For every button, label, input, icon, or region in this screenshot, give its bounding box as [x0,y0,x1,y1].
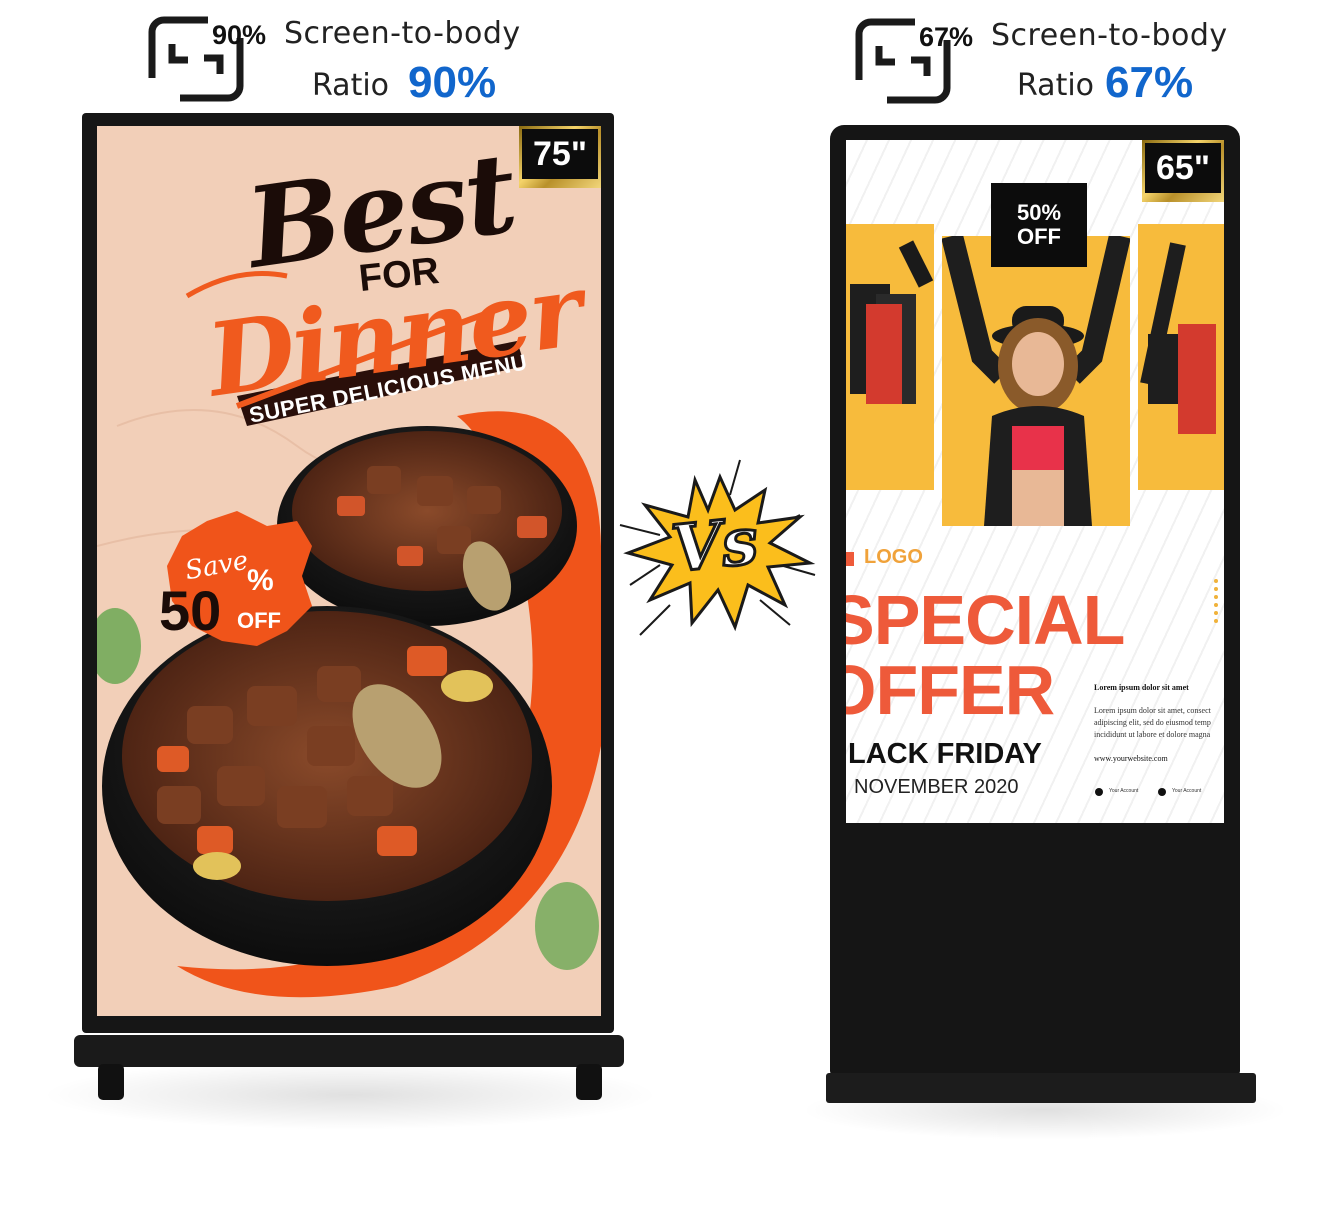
poster-lorem-title: Lorem ipsum dolor sit amet [1094,683,1189,692]
right-ratio-label: Ratio [1017,68,1095,103]
poster-photo-panel-right [1138,224,1224,490]
right-ratio-header: 67% Screen-to-body Ratio 67% [855,16,1255,108]
instagram-icon [1158,788,1166,796]
poster-account-2: Your Account [1172,788,1202,794]
left-size-badge: 75" [519,126,601,188]
left-ratio-label: Ratio [312,68,390,103]
left-ratio-header: 90% Screen-to-body Ratio 90% [148,14,548,107]
poster-lorem-line-2: adipiscing elit, sed do eiusmod temp [1094,718,1211,727]
poster-lorem-line-1: Lorem ipsum dolor sit amet, consect [1094,706,1211,715]
poster-logo-text: LOGO [864,546,923,568]
discount-badge: 50% OFF [991,183,1087,267]
save-percent-value: 50 [159,579,222,642]
shopping-bags-image [850,240,934,404]
right-ratio-big: 67% [1105,58,1194,107]
discount-badge-top: 50% [1016,200,1062,225]
right-ratio-small: 67% [919,22,974,52]
left-kiosk-wheel [576,1064,602,1100]
poster-lorem-line-3: incididunt ut labore et dolore magna [1094,730,1211,739]
poster-special-text: SPECIAL [846,581,1125,659]
left-ratio-big: 90% [408,58,497,107]
dot-pattern-icon [1214,579,1218,623]
right-size-badge: 65" [1142,140,1224,202]
poster-photo-panel-center [942,236,1130,526]
left-kiosk-floor-shadow [40,1060,660,1130]
left-ratio-small: 90% [212,20,267,50]
right-kiosk-screen: 50% OFF 65" LOGO SPECIAL OFFER LACK FRID… [846,140,1224,823]
shopping-bags-image [1140,242,1216,434]
left-kiosk-base [74,1035,624,1067]
right-kiosk-base [826,1073,1256,1103]
right-screen-to-body-label: Screen-to-body [991,18,1228,53]
save-percent-sign: % [247,564,274,597]
save-off-text: OFF [237,608,281,633]
left-screen-to-body-label: Screen-to-body [284,16,521,51]
discount-badge-bottom: OFF [1017,224,1061,249]
poster-black-friday-text: LACK FRIDAY [848,738,1042,770]
poster-account-1: Your Account [1109,788,1139,794]
right-size-badge-label: 65" [1145,143,1221,193]
poster-website-text: www.yourwebsite.com [1094,754,1168,763]
left-size-badge-label: 75" [522,129,598,179]
poster-date-text: NOVEMBER 2020 [854,776,1019,798]
logo-icon [846,552,854,566]
poster-offer-text: OFFER [846,651,1055,729]
facebook-icon [1095,788,1103,796]
left-kiosk-screen: 75" Best FOR Dinner SUPER DELICIOUS MENU… [97,126,601,1016]
left-kiosk-wheel [98,1064,124,1100]
poster-photo-panel-left [846,224,934,490]
versus-label: Vs [667,502,763,589]
woman-celebrating-image [942,236,1130,526]
